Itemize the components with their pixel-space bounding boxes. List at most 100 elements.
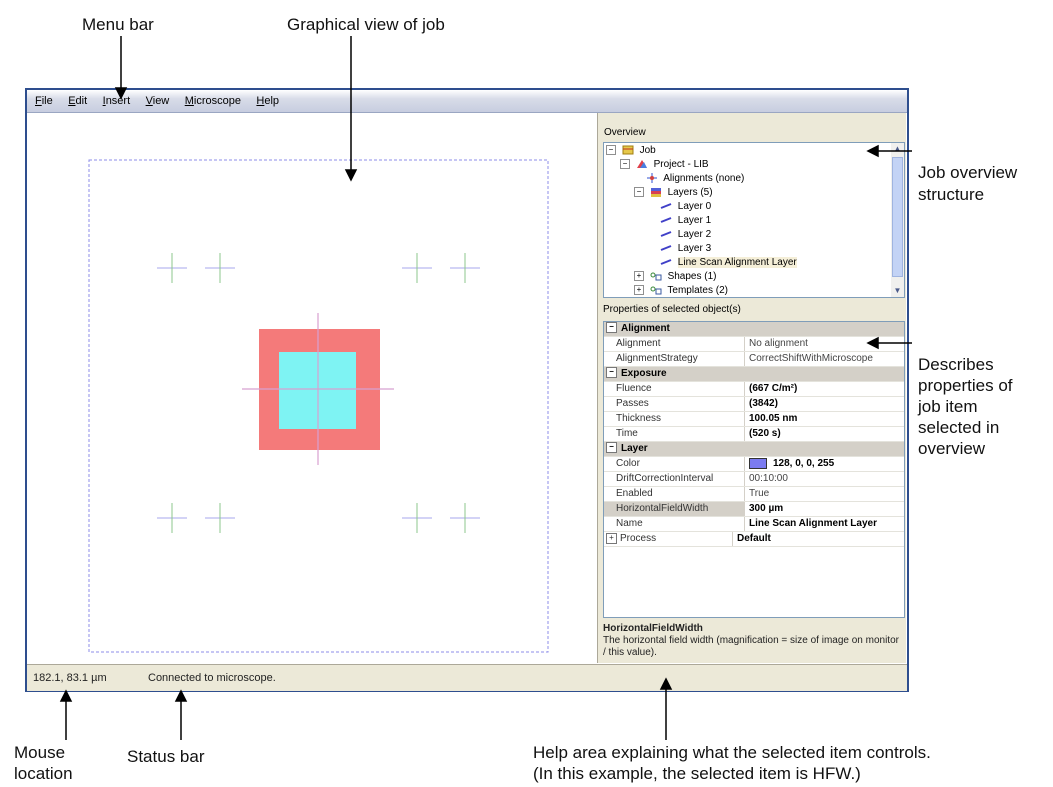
expand-toggle-icon[interactable]: + — [606, 532, 617, 544]
project-icon — [636, 160, 647, 169]
annotation-help-line2: (In this example, the selected item is H… — [533, 764, 861, 783]
collapse-toggle-icon[interactable]: − — [634, 187, 644, 198]
alignment-icon — [647, 173, 657, 184]
graphical-view-canvas[interactable] — [27, 113, 595, 663]
job-icon — [622, 145, 634, 155]
templates-icon — [650, 286, 662, 295]
property-name: HorizontalFieldWidth — [604, 502, 745, 516]
layer-icon — [660, 203, 672, 210]
property-name: Thickness — [604, 412, 745, 426]
property-value[interactable]: 100.05 nm — [745, 412, 904, 426]
category-label: Exposure — [621, 368, 667, 379]
mouse-location: 182.1, 83.1 µm — [33, 672, 107, 684]
overview-tree[interactable]: − Job − Project - LIB Alignments (none) … — [603, 142, 893, 298]
property-row-alignment-strategy[interactable]: AlignmentStrategy CorrectShiftWithMicrosc… — [604, 352, 904, 367]
property-name: Time — [604, 427, 745, 441]
tree-label: Layer 2 — [677, 229, 712, 240]
tree-item-templates[interactable]: + Templates (2) — [634, 285, 728, 297]
property-value[interactable]: Default — [733, 532, 904, 546]
annotation-graphical-view: Graphical view of job — [287, 15, 445, 34]
annotation-describes-line2: properties of — [918, 376, 1013, 395]
annotation-describes-line4: selected in — [918, 418, 1000, 437]
status-bar-arrowhead — [174, 689, 188, 702]
property-value[interactable]: (520 s) — [745, 427, 904, 441]
property-name: + Process — [604, 532, 733, 546]
tree-item-project[interactable]: − Project - LIB — [620, 159, 709, 171]
menu-microscope[interactable]: Microscope — [185, 90, 241, 112]
property-value[interactable]: 128, 0, 0, 255 — [745, 457, 904, 471]
expand-toggle-icon[interactable]: + — [634, 271, 644, 282]
layer-icon — [660, 245, 672, 252]
tree-item-line-scan-alignment-layer[interactable]: Line Scan Alignment Layer — [660, 257, 797, 269]
tree-label: Project - LIB — [653, 159, 709, 170]
collapse-toggle-icon[interactable]: − — [620, 159, 630, 170]
property-name: AlignmentStrategy — [604, 352, 745, 366]
tree-item-layer-3[interactable]: Layer 3 — [660, 243, 711, 255]
property-value[interactable]: (667 C/m²) — [745, 382, 904, 396]
tree-item-job[interactable]: − Job — [606, 145, 656, 157]
scroll-up-icon[interactable]: ▲ — [891, 143, 904, 155]
property-value[interactable]: Line Scan Alignment Layer — [745, 517, 904, 531]
property-row-name[interactable]: Name Line Scan Alignment Layer — [604, 517, 904, 532]
layer-icon — [660, 259, 672, 266]
property-row-horizontal-field-width[interactable]: HorizontalFieldWidth 300 µm — [604, 502, 904, 517]
property-name: Alignment — [604, 337, 745, 351]
property-row-thickness[interactable]: Thickness 100.05 nm — [604, 412, 904, 427]
property-row-color[interactable]: Color 128, 0, 0, 255 — [604, 457, 904, 472]
property-name: Passes — [604, 397, 745, 411]
property-value[interactable]: (3842) — [745, 397, 904, 411]
property-row-time[interactable]: Time (520 s) — [604, 427, 904, 442]
tree-label: Layer 1 — [677, 215, 712, 226]
menu-insert[interactable]: Insert — [103, 90, 131, 112]
category-exposure[interactable]: − Exposure — [604, 367, 904, 382]
menu-file[interactable]: File — [35, 90, 53, 112]
property-value[interactable]: 00:10:00 — [745, 472, 904, 486]
property-row-drift-correction-interval[interactable]: DriftCorrectionInterval 00:10:00 — [604, 472, 904, 487]
tree-item-layer-0[interactable]: Layer 0 — [660, 201, 711, 213]
expand-toggle-icon[interactable]: + — [634, 285, 644, 296]
tree-item-shapes[interactable]: + Shapes (1) — [634, 271, 716, 283]
property-value[interactable]: CorrectShiftWithMicroscope — [745, 352, 904, 366]
marker-bottom-left-2 — [205, 503, 235, 533]
shapes-icon — [650, 272, 662, 281]
layer-icon — [660, 217, 672, 224]
property-value[interactable]: 300 µm — [745, 502, 904, 516]
menu-edit[interactable]: Edit — [68, 90, 87, 112]
property-name: Color — [604, 457, 745, 471]
tree-item-layer-2[interactable]: Layer 2 — [660, 229, 711, 241]
annotation-describes-line1: Describes — [918, 355, 994, 374]
collapse-toggle-icon[interactable]: − — [606, 145, 616, 156]
annotation-job-overview-line1: Job overview — [918, 163, 1018, 182]
marker-bottom-right-2 — [450, 503, 480, 533]
tree-label: Layer 0 — [677, 201, 712, 212]
tree-label: Shapes (1) — [667, 271, 717, 282]
category-layer[interactable]: − Layer — [604, 442, 904, 457]
property-row-fluence[interactable]: Fluence (667 C/m²) — [604, 382, 904, 397]
property-row-process[interactable]: + Process Default — [604, 532, 904, 547]
collapse-toggle-icon[interactable]: − — [606, 442, 617, 453]
color-value-text: 128, 0, 0, 255 — [773, 458, 835, 469]
menu-help[interactable]: Help — [256, 90, 279, 112]
scroll-thumb[interactable] — [892, 157, 903, 277]
annotation-describes: Describes properties of job item selecte… — [918, 354, 1013, 459]
scroll-down-icon[interactable]: ▼ — [891, 285, 904, 297]
category-label: Alignment — [621, 323, 670, 334]
tree-item-layer-1[interactable]: Layer 1 — [660, 215, 711, 227]
menu-view[interactable]: View — [146, 90, 170, 112]
property-grid[interactable]: − Alignment Alignment No alignment Alignme… — [603, 321, 905, 618]
category-alignment[interactable]: − Alignment — [604, 322, 904, 337]
tree-label: Layers (5) — [667, 187, 713, 198]
property-row-passes[interactable]: Passes (3842) — [604, 397, 904, 412]
tree-item-layers[interactable]: − Layers (5) — [634, 187, 713, 199]
annotation-mouse-line1: Mouse — [14, 743, 66, 762]
property-row-enabled[interactable]: Enabled True — [604, 487, 904, 502]
property-name-text: Process — [620, 533, 657, 544]
annotation-describes-line3: job item — [918, 397, 978, 416]
property-row-alignment[interactable]: Alignment No alignment — [604, 337, 904, 352]
collapse-toggle-icon[interactable]: − — [606, 322, 617, 333]
property-value[interactable]: True — [745, 487, 904, 501]
property-value[interactable]: No alignment — [745, 337, 904, 351]
tree-item-alignments[interactable]: Alignments (none) — [646, 173, 744, 185]
collapse-toggle-icon[interactable]: − — [606, 367, 617, 378]
overview-scrollbar[interactable]: ▲ ▼ — [891, 142, 905, 298]
